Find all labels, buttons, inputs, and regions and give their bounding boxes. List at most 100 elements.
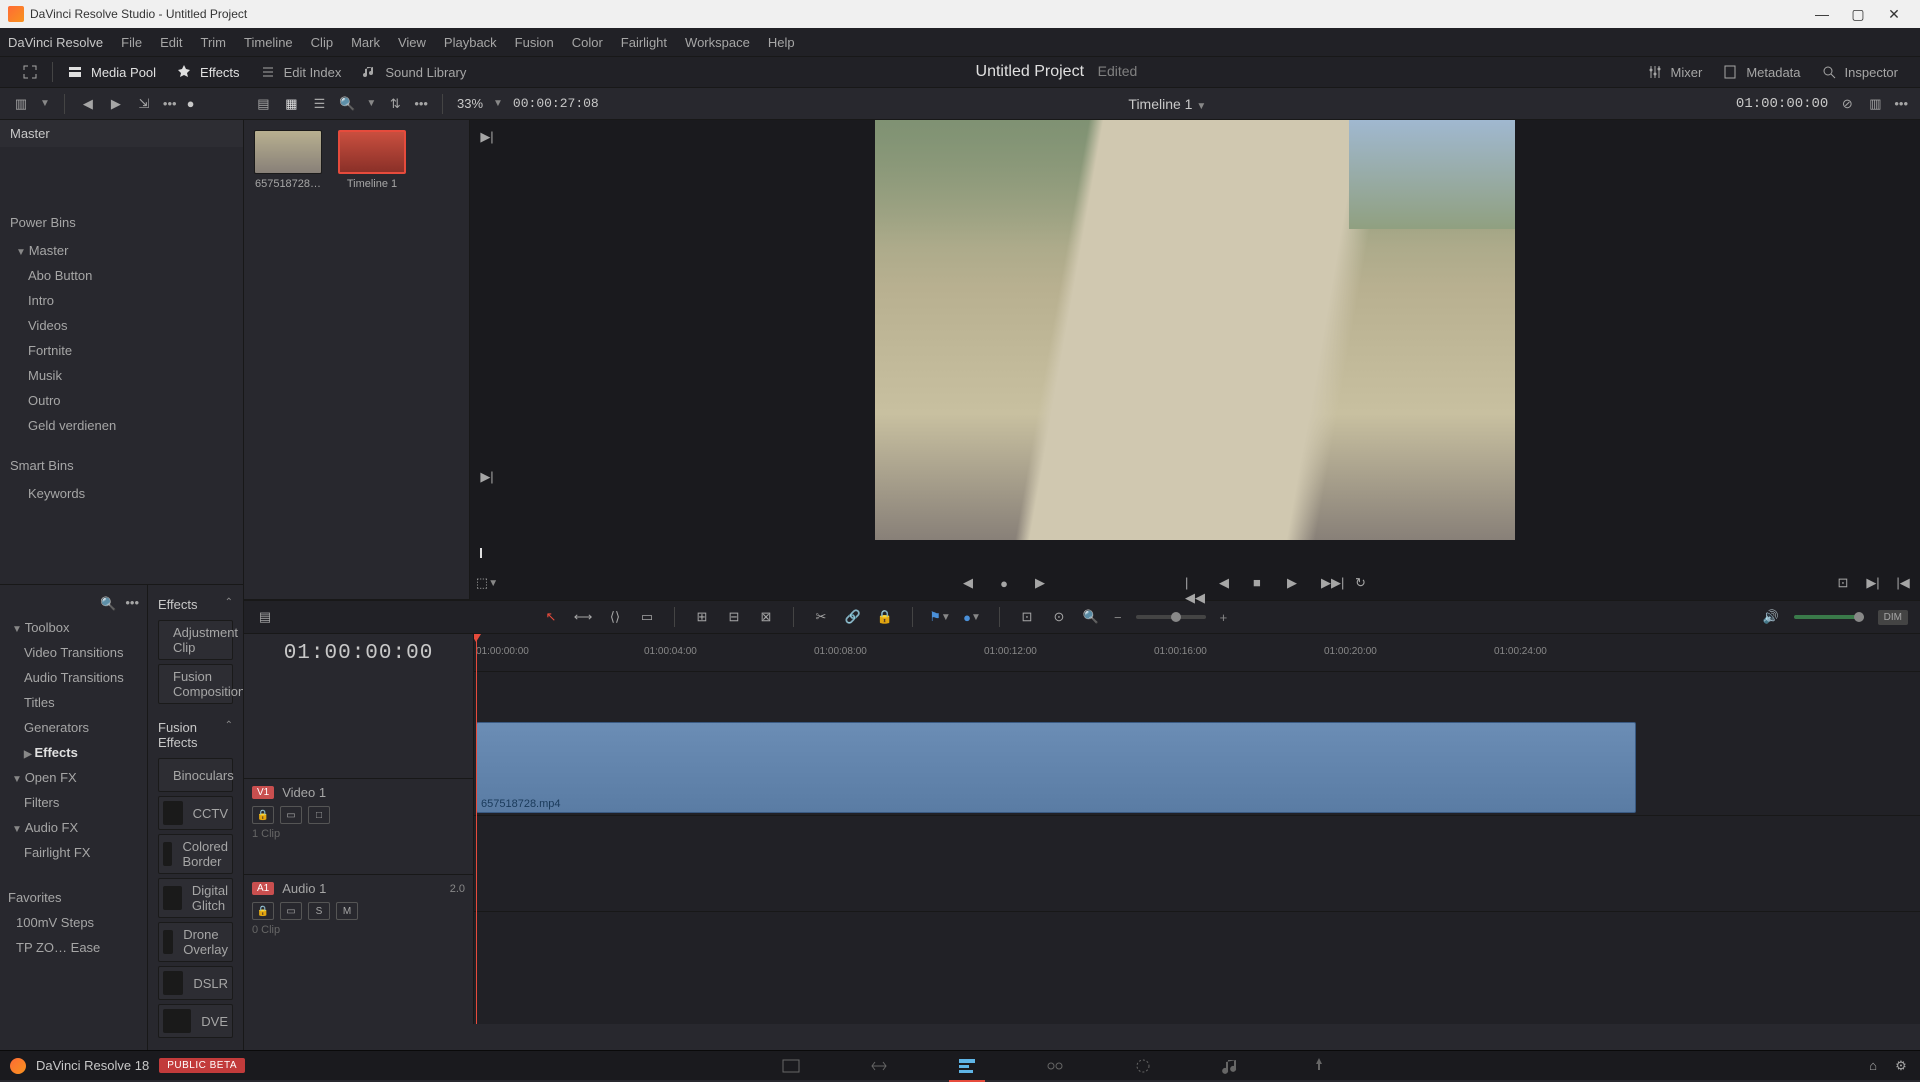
- audiofx-cat[interactable]: ▼ Audio FX: [0, 815, 147, 840]
- bin-item[interactable]: Geld verdienen: [0, 413, 243, 438]
- generators-cat[interactable]: Generators: [0, 715, 147, 740]
- menu-file[interactable]: File: [113, 31, 150, 54]
- edit-page-icon[interactable]: [957, 1056, 977, 1076]
- link-icon[interactable]: 🔗: [844, 608, 862, 626]
- disable-track-icon[interactable]: □: [308, 806, 330, 824]
- thumb-view-icon[interactable]: ▦: [282, 95, 300, 113]
- replace-icon[interactable]: ⊠: [757, 608, 775, 626]
- a1-tag[interactable]: A1: [252, 882, 274, 895]
- next-edit-icon[interactable]: ▶|: [478, 128, 496, 146]
- search-icon[interactable]: 🔍: [99, 595, 117, 613]
- volume-slider[interactable]: [1794, 615, 1864, 619]
- fusion-page-icon[interactable]: [1045, 1056, 1065, 1076]
- viewer-image[interactable]: [875, 120, 1515, 540]
- fullscreen-button[interactable]: [12, 60, 48, 84]
- more-menu[interactable]: •••: [163, 96, 177, 111]
- stop-icon[interactable]: ■: [1253, 575, 1269, 591]
- next-clip-icon[interactable]: ▶: [1031, 574, 1049, 592]
- detail-zoom-icon[interactable]: ⊙: [1050, 608, 1068, 626]
- list-view-icon[interactable]: ☰: [310, 95, 328, 113]
- playhead[interactable]: [476, 634, 477, 1024]
- effect-item[interactable]: Binoculars: [158, 758, 233, 792]
- minimize-button[interactable]: —: [1804, 0, 1840, 28]
- menu-mark[interactable]: Mark: [343, 31, 388, 54]
- deliver-page-icon[interactable]: [1309, 1056, 1329, 1076]
- effect-item[interactable]: DSLR: [158, 966, 233, 1000]
- bypass-icon[interactable]: ⊘: [1838, 95, 1856, 113]
- v1-tag[interactable]: V1: [252, 786, 274, 799]
- match-icon[interactable]: ⊡: [1834, 574, 1852, 592]
- video-track-header[interactable]: V1 Video 1 🔒 ▭ □ 1 Clip: [244, 778, 473, 874]
- edit-index-button[interactable]: Edit Index: [250, 60, 352, 84]
- fairlight-page-icon[interactable]: [1221, 1056, 1241, 1076]
- fav-item[interactable]: 100mV Steps: [0, 910, 147, 935]
- close-button[interactable]: ✕: [1876, 0, 1912, 28]
- collapse-icon[interactable]: ⌃: [225, 597, 233, 612]
- selection-tool-icon[interactable]: ↖: [542, 608, 560, 626]
- menu-fusion[interactable]: Fusion: [507, 31, 562, 54]
- menu-clip[interactable]: Clip: [303, 31, 341, 54]
- maximize-button[interactable]: ▢: [1840, 0, 1876, 28]
- clip-thumbnail[interactable]: 657518728…: [254, 130, 322, 190]
- zoom-slider[interactable]: [1136, 615, 1206, 619]
- overwrite-icon[interactable]: ⊟: [725, 608, 743, 626]
- zoom-level[interactable]: 33%: [457, 96, 483, 111]
- menu-color[interactable]: Color: [564, 31, 611, 54]
- import-icon[interactable]: ⇲: [135, 95, 153, 113]
- effect-item[interactable]: CCTV: [158, 796, 233, 830]
- bin-item[interactable]: Intro: [0, 288, 243, 313]
- go-start-icon[interactable]: |◀◀: [1185, 575, 1201, 591]
- trim-tool-icon[interactable]: ⟷: [574, 608, 592, 626]
- bin-view-icon[interactable]: ▥: [12, 95, 30, 113]
- metadata-view-icon[interactable]: ▤: [254, 95, 272, 113]
- master-bin[interactable]: Master: [0, 120, 243, 147]
- audio-track-lane[interactable]: [474, 816, 1920, 912]
- color-page-icon[interactable]: [1133, 1056, 1153, 1076]
- inspector-button[interactable]: Inspector: [1811, 60, 1908, 84]
- mute-button[interactable]: M: [336, 902, 358, 920]
- timeline-timecode[interactable]: 01:00:00:00: [244, 634, 473, 672]
- dynamic-trim-icon[interactable]: ⟨⟩: [606, 608, 624, 626]
- effect-item[interactable]: Fusion Composition: [158, 664, 233, 704]
- next-button[interactable]: ▶: [107, 95, 125, 113]
- media-pool-button[interactable]: Media Pool: [57, 60, 166, 84]
- insert-icon[interactable]: ⊞: [693, 608, 711, 626]
- home-icon[interactable]: ⌂: [1864, 1057, 1882, 1075]
- menu-help[interactable]: Help: [760, 31, 803, 54]
- effect-item[interactable]: Colored Border: [158, 834, 233, 874]
- menu-fairlight[interactable]: Fairlight: [613, 31, 675, 54]
- search-icon[interactable]: 🔍: [338, 95, 356, 113]
- openfx-cat[interactable]: ▼ Open FX: [0, 765, 147, 790]
- bin-item[interactable]: Musik: [0, 363, 243, 388]
- transform-icon[interactable]: ⬚ ▼: [478, 574, 496, 592]
- fairlight-cat[interactable]: Fairlight FX: [0, 840, 147, 865]
- menu-edit[interactable]: Edit: [152, 31, 190, 54]
- chevron-down-icon[interactable]: ▼: [40, 98, 50, 109]
- blade-icon[interactable]: ✂: [812, 608, 830, 626]
- lock-track-icon[interactable]: 🔒: [252, 806, 274, 824]
- sound-library-button[interactable]: Sound Library: [351, 60, 476, 84]
- effects-button[interactable]: Effects: [166, 60, 250, 84]
- bin-item[interactable]: Outro: [0, 388, 243, 413]
- flag-icon[interactable]: ⚑▼: [931, 608, 949, 626]
- audio-transitions-cat[interactable]: Audio Transitions: [0, 665, 147, 690]
- menu-workspace[interactable]: Workspace: [677, 31, 758, 54]
- blade-tool-icon[interactable]: ▭: [638, 608, 656, 626]
- timeline-view-icon[interactable]: ▤: [256, 608, 274, 626]
- titles-cat[interactable]: Titles: [0, 690, 147, 715]
- timeline-body[interactable]: 01:00:00:00 01:00:04:00 01:00:08:00 01:0…: [474, 634, 1920, 1024]
- viewer-scrubber[interactable]: [480, 544, 1910, 562]
- marker-icon[interactable]: ●▼: [963, 608, 981, 626]
- settings-icon[interactable]: ⚙: [1892, 1057, 1910, 1075]
- auto-select-icon[interactable]: ▭: [280, 902, 302, 920]
- fav-item[interactable]: TP ZO… Ease: [0, 935, 147, 960]
- toolbox-cat[interactable]: ▼ Toolbox: [0, 615, 147, 640]
- bin-item[interactable]: Abo Button: [0, 263, 243, 288]
- next-marker-icon[interactable]: ▶|: [1864, 574, 1882, 592]
- effect-item[interactable]: Adjustment Clip: [158, 620, 233, 660]
- dual-view-icon[interactable]: ▥: [1866, 95, 1884, 113]
- match-frame-icon[interactable]: ▶|: [478, 468, 496, 486]
- metadata-button[interactable]: Metadata: [1712, 60, 1810, 84]
- lock-track-icon[interactable]: 🔒: [252, 902, 274, 920]
- mute-icon[interactable]: 🔊: [1762, 608, 1780, 626]
